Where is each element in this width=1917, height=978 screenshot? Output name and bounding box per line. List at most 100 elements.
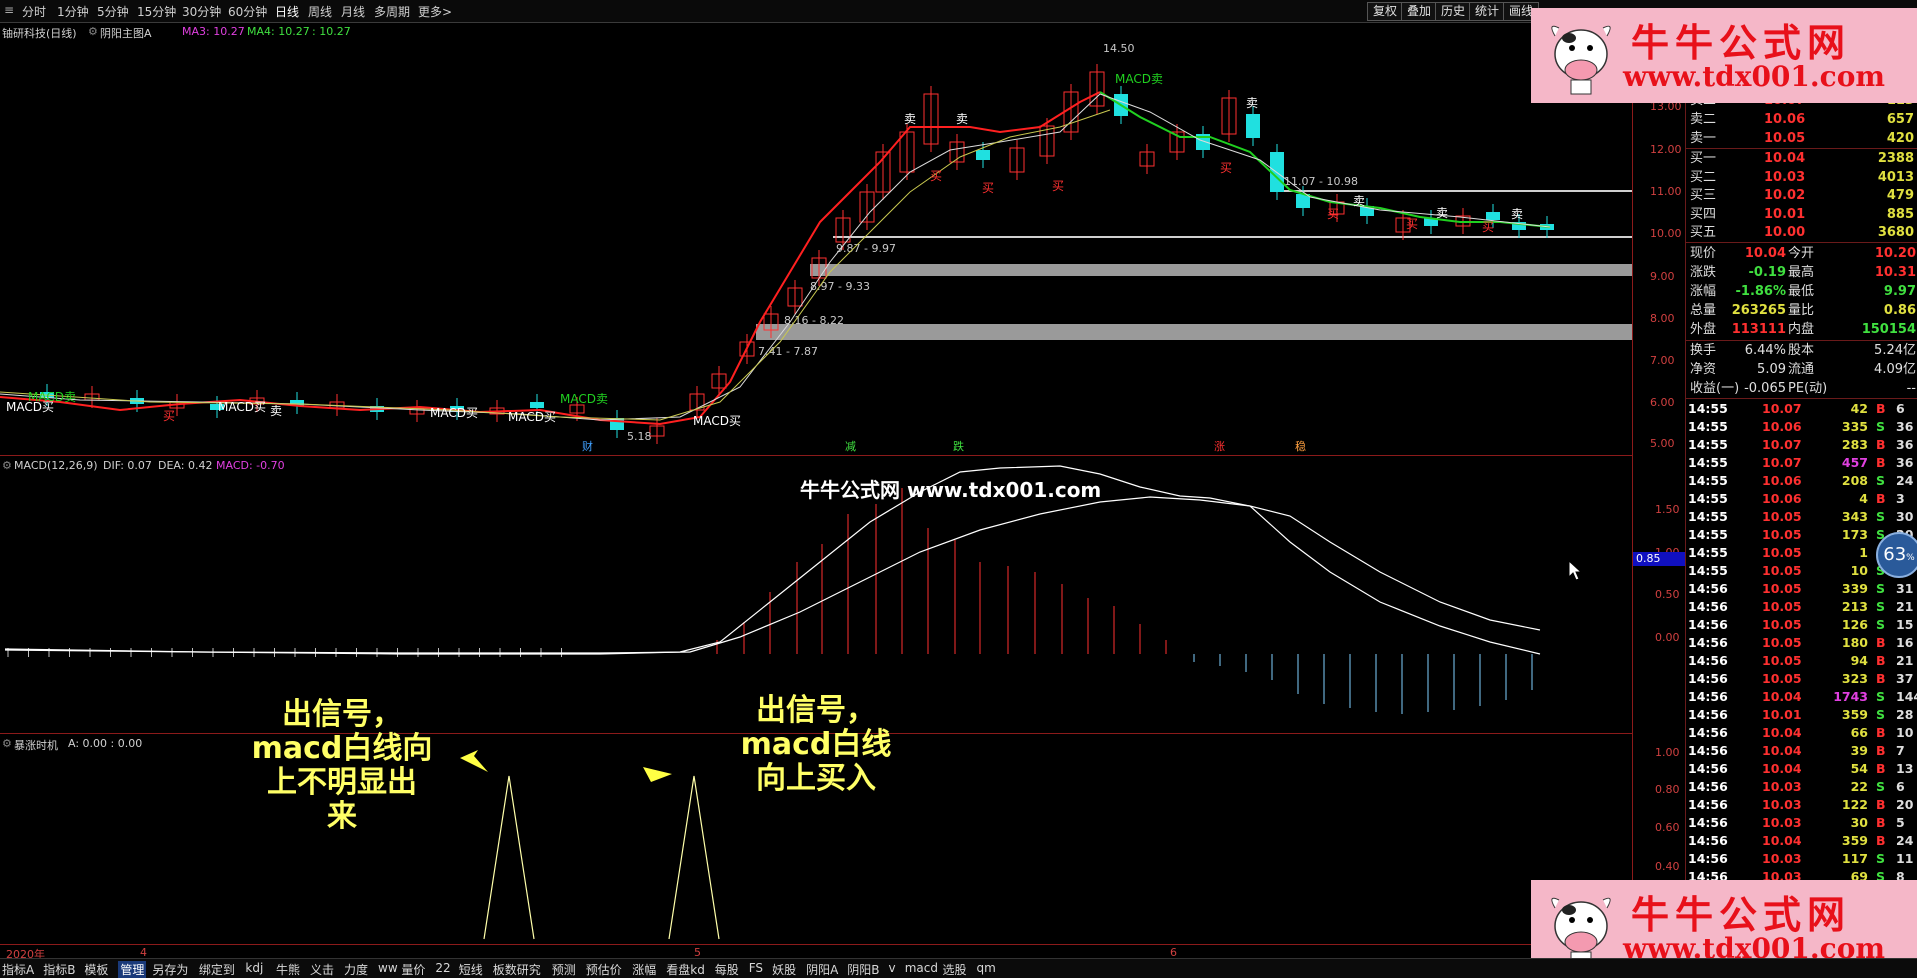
period-tab-daily[interactable]: 日线: [275, 3, 299, 20]
buy-marker: 买: [1406, 217, 1419, 231]
indicator-tab[interactable]: 牛熊: [276, 961, 300, 978]
ask-label: 卖一: [1690, 131, 1717, 146]
restore-right-button[interactable]: 复权: [1367, 2, 1404, 21]
period-tab[interactable]: 月线: [341, 3, 365, 20]
indicator-tab[interactable]: 每股: [715, 961, 739, 978]
indicator-tab[interactable]: 另存为: [152, 961, 188, 978]
period-tab[interactable]: 周线: [308, 3, 332, 20]
tick-direction: B: [1876, 797, 1886, 812]
indicator-tab[interactable]: kdj: [245, 961, 263, 975]
indicator-tab[interactable]: qm: [977, 961, 996, 975]
indicator-tab[interactable]: 量价: [401, 961, 425, 978]
tick-row: 14:56 10.03 30 B 5: [1686, 814, 1917, 832]
period-tab[interactable]: 多周期: [374, 3, 410, 20]
tick-price: 10.04: [1762, 689, 1802, 704]
stat-label: 换手: [1690, 343, 1717, 358]
indicator-tab[interactable]: macd: [905, 961, 938, 975]
indicator-tab[interactable]: 绑定到: [199, 961, 235, 978]
tick-volume: 10: [1850, 563, 1868, 578]
period-tab[interactable]: 15分钟: [137, 3, 176, 20]
period-tab[interactable]: 分时: [22, 3, 46, 20]
bid-row[interactable]: 买五 10.00 3680: [1686, 224, 1917, 242]
period-tab[interactable]: 5分钟: [97, 3, 129, 20]
progress-circle[interactable]: 63%: [1876, 532, 1917, 578]
indicator-tab[interactable]: 义击: [310, 961, 334, 978]
period-tab[interactable]: 30分钟: [182, 3, 221, 20]
indicator-tab[interactable]: ww: [378, 961, 398, 975]
indicator-tab[interactable]: 模板: [84, 961, 108, 978]
indicator-tab[interactable]: 22: [435, 961, 450, 975]
indicator-tab[interactable]: 看盘kd: [666, 961, 705, 978]
bid-row[interactable]: 买二 10.03 4013: [1686, 169, 1917, 187]
tick-volume: 359: [1841, 707, 1868, 722]
indicator-tab[interactable]: 指标B: [43, 961, 75, 978]
watermark-banner: 牛牛公式网 www.tdx001.com: [1531, 8, 1917, 103]
annotation-right: 出信号， macd白线 向上买入: [721, 694, 911, 796]
stat-label: PE(动): [1788, 381, 1828, 396]
indicator-tab[interactable]: 涨幅: [632, 961, 656, 978]
stat-value: -1.86%: [1735, 284, 1787, 299]
indicator-tab[interactable]: 阴阳B: [847, 961, 879, 978]
tick-time: 14:56: [1688, 671, 1728, 686]
progress-value: 63: [1883, 544, 1907, 565]
period-tab[interactable]: 1分钟: [57, 3, 89, 20]
indicator-tab[interactable]: 力度: [344, 961, 368, 978]
tick-direction: S: [1876, 707, 1886, 722]
tick-time: 14:56: [1688, 617, 1728, 632]
indicator-tab[interactable]: 短线: [459, 961, 483, 978]
quote-panel: 卖三10.07113卖二10.06657卖一10.05420 买一10.0423…: [1685, 22, 1917, 942]
tick-count: 36: [1896, 419, 1914, 434]
stat-label: 流通: [1788, 362, 1815, 377]
tick-direction: B: [1876, 437, 1886, 452]
indicator-tab[interactable]: 指标A: [2, 961, 34, 978]
chart-area[interactable]: 铀研科技(日线) ⚙ 阴阳主图A MA3: 10.27 MA4: 10.27 :…: [0, 22, 1688, 961]
event-mark: 财: [582, 440, 593, 453]
tick-row: 14:56 10.03 122 B 20: [1686, 796, 1917, 814]
indicator-tab[interactable]: 阴阳A: [806, 961, 838, 978]
arrow-icon: [460, 750, 488, 772]
stat-value: 113111: [1731, 322, 1786, 337]
indicator-tab[interactable]: 妖股: [772, 961, 796, 978]
dea-line: [4, 496, 1541, 654]
annotation-line: 出信号，: [756, 693, 876, 728]
menu-icon[interactable]: ≡: [4, 3, 14, 17]
ask-row[interactable]: 卖一 10.05 420: [1686, 130, 1917, 148]
tick-time: 14:56: [1688, 707, 1728, 722]
period-tab-more[interactable]: 更多>: [418, 3, 452, 20]
stat-value: 5.09: [1757, 362, 1786, 377]
macd-buy-signal: MACD买: [430, 406, 478, 420]
tick-count: 37: [1896, 671, 1914, 686]
period-tab[interactable]: 60分钟: [228, 3, 267, 20]
ask-row[interactable]: 卖二 10.06 657: [1686, 111, 1917, 129]
tick-direction: S: [1876, 779, 1886, 794]
tick-time: 14:56: [1688, 815, 1728, 830]
indicator-tab[interactable]: v: [889, 961, 896, 975]
bid-row[interactable]: 买一 10.04 2388: [1686, 150, 1917, 168]
bid-row[interactable]: 买三 10.02 479: [1686, 187, 1917, 205]
stat-row: 总量 263265 量比 0.86: [1686, 302, 1917, 320]
tick-row: 14:56 10.05 94 B 21: [1686, 652, 1917, 670]
divider: [1686, 242, 1917, 243]
history-button[interactable]: 历史: [1435, 2, 1472, 21]
bid-price: 10.01: [1764, 206, 1806, 222]
annotation-line: macd白线向: [251, 731, 433, 766]
annotation-line: 上不明显出: [267, 765, 417, 800]
bid-row[interactable]: 买四 10.01 885: [1686, 206, 1917, 224]
ma-white-line: [0, 93, 1551, 421]
overlay-button[interactable]: 叠加: [1401, 2, 1438, 21]
signal-tick: 0.60: [1655, 821, 1680, 834]
tick-count: 6: [1896, 401, 1905, 416]
banner-title: 牛牛公式网: [1631, 892, 1852, 937]
signal-tick: 1.00: [1655, 746, 1680, 759]
tick-row: 14:56 10.05 213 S 21: [1686, 598, 1917, 616]
indicator-tab[interactable]: FS: [749, 961, 763, 975]
stat-value: 0.86: [1883, 303, 1916, 318]
indicator-tab[interactable]: 选股: [943, 961, 967, 978]
divider: [1686, 148, 1917, 149]
tick-direction: S: [1876, 851, 1886, 866]
indicator-tab[interactable]: 预估价: [586, 961, 622, 978]
indicator-tab[interactable]: 预测: [552, 961, 576, 978]
stats-button[interactable]: 统计: [1469, 2, 1506, 21]
indicator-tab[interactable]: 管理: [118, 961, 147, 978]
indicator-tab[interactable]: 板数研究: [493, 961, 541, 978]
